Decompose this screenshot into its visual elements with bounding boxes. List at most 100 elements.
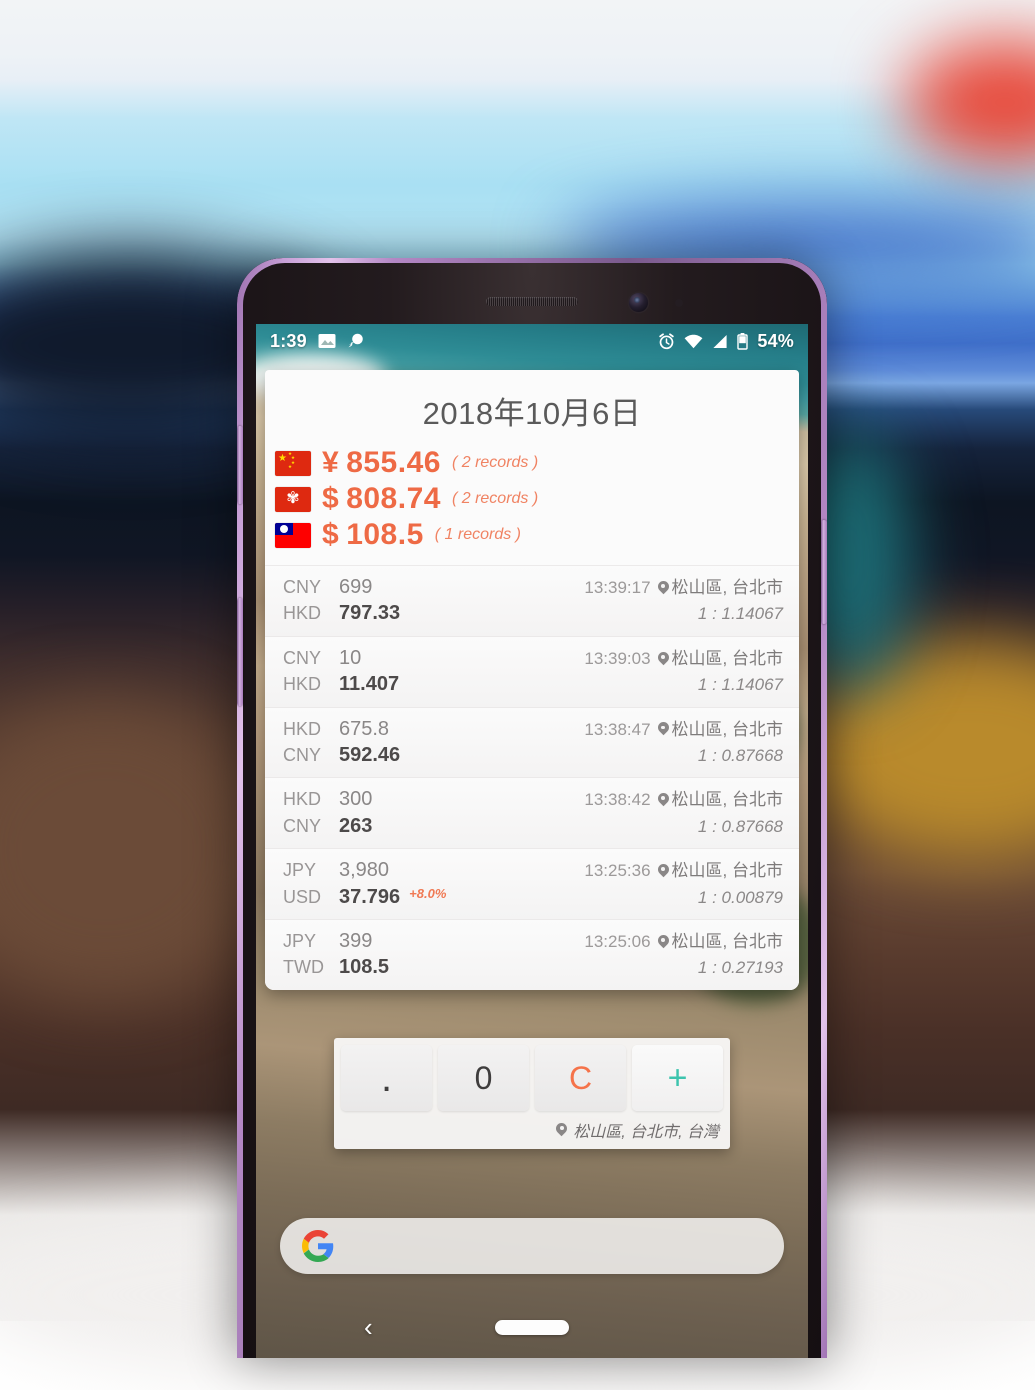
image-icon xyxy=(318,333,336,349)
flag-taiwan-icon xyxy=(275,523,311,548)
table-row[interactable]: CNY 699 13:39:17 松山區, 台北市 HKD 797.33 xyxy=(265,566,799,637)
back-chevron-icon[interactable]: ‹ xyxy=(364,1314,373,1340)
summary-totals: ★ ★ ★ ★ ★ ¥855.46 ( 2 records ) ✾ xyxy=(265,445,799,565)
row-rate-wrap: 1 : 0.00879 xyxy=(698,887,783,909)
row-rate-wrap: 1 : 0.27193 xyxy=(698,957,783,979)
from-amount: 10 xyxy=(339,645,361,671)
row-top-line: HKD 675.8 13:38:47 松山區, 台北市 xyxy=(283,716,783,742)
row-meta: 13:39:03 松山區, 台北市 xyxy=(584,648,783,670)
key-zero[interactable]: 0 xyxy=(438,1045,529,1111)
timestamp: 13:39:17 xyxy=(584,577,650,599)
from-currency-code: JPY xyxy=(283,930,339,954)
google-search-bar[interactable] xyxy=(280,1218,784,1274)
currency-symbol: ¥ xyxy=(322,446,339,479)
row-meta: 13:25:06 松山區, 台北市 xyxy=(584,931,783,953)
message-bubble-icon xyxy=(347,333,365,350)
timestamp: 13:39:03 xyxy=(584,648,650,670)
front-camera-icon xyxy=(629,293,648,312)
row-top-line: HKD 300 13:38:42 松山區, 台北市 xyxy=(283,786,783,812)
summary-row[interactable]: $108.5 ( 1 records ) xyxy=(265,517,799,553)
from-amount: 675.8 xyxy=(339,716,389,742)
table-row[interactable]: JPY 3,980 13:25:36 松山區, 台北市 USD 37.796 xyxy=(265,849,799,920)
location-text: 松山區, 台北市 xyxy=(672,719,783,741)
flag-hongkong-icon: ✾ xyxy=(275,487,311,512)
exchange-rate: 1 : 1.14067 xyxy=(698,674,783,696)
timestamp: 13:25:06 xyxy=(584,931,650,953)
table-row[interactable]: CNY 10 13:39:03 松山區, 台北市 HKD 11.407 xyxy=(265,637,799,708)
currency-symbol: $ xyxy=(322,518,339,551)
location-label: 松山區, 台北市 xyxy=(658,648,783,670)
from-amount: 300 xyxy=(339,786,372,812)
row-bottom-line: HKD 797.33 1 : 1.14067 xyxy=(283,600,783,626)
timestamp: 13:25:36 xyxy=(584,860,650,882)
status-bar-left: 1:39 xyxy=(270,331,365,352)
keypad-panel: . 0 C + 松山區, 台北市, 台灣 xyxy=(334,1038,730,1149)
location-label: 松山區, 台北市 xyxy=(658,931,783,953)
flag-china-icon: ★ ★ ★ ★ ★ xyxy=(275,451,311,476)
volume-up-button[interactable] xyxy=(237,426,243,504)
location-label: 松山區, 台北市 xyxy=(658,577,783,599)
battery-icon xyxy=(737,333,748,350)
from-currency-code: HKD xyxy=(283,718,339,742)
location-text: 松山區, 台北市 xyxy=(672,931,783,953)
row-rate-wrap: 1 : 1.14067 xyxy=(698,603,783,625)
to-currency-code: HKD xyxy=(283,673,339,697)
keypad-row: . 0 C + xyxy=(341,1045,723,1111)
to-amount: 797.33 xyxy=(339,600,400,626)
table-row[interactable]: HKD 675.8 13:38:47 松山區, 台北市 CNY 592.46 xyxy=(265,708,799,779)
summary-amount: ¥855.46 xyxy=(322,446,441,480)
sun-glyph xyxy=(280,525,288,533)
amount-value: 855.46 xyxy=(346,446,441,479)
row-bottom-line: TWD 108.5 1 : 0.27193 xyxy=(283,954,783,980)
power-button[interactable] xyxy=(821,520,827,624)
row-meta: 13:38:42 松山區, 台北市 xyxy=(584,789,783,811)
amount-value: 808.74 xyxy=(346,482,441,515)
home-pill-button[interactable] xyxy=(495,1320,569,1335)
row-rate-wrap: 1 : 1.14067 xyxy=(698,674,783,696)
key-decimal-point[interactable]: . xyxy=(341,1045,432,1111)
phone-device: 1:39 xyxy=(237,258,827,1358)
bauhinia-glyph: ✾ xyxy=(286,491,299,507)
to-amount: 37.796 xyxy=(339,884,400,910)
row-rate-wrap: 1 : 0.87668 xyxy=(698,816,783,838)
currency-record-card: 2018年10月6日 ★ ★ ★ ★ ★ ¥855.46 ( 2 records… xyxy=(265,370,799,990)
status-bar-right: 54% xyxy=(658,331,794,352)
row-bottom-line: USD 37.796 +8.0% 1 : 0.00879 xyxy=(283,884,783,910)
summary-row[interactable]: ✾ $808.74 ( 2 records ) xyxy=(265,481,799,517)
summary-records: ( 2 records ) xyxy=(452,454,538,472)
to-currency-code: CNY xyxy=(283,744,339,768)
table-row[interactable]: JPY 399 13:25:06 松山區, 台北市 TWD 108.5 xyxy=(265,920,799,990)
google-g-logo-icon xyxy=(302,1230,334,1262)
signal-icon xyxy=(712,334,728,349)
summary-amount: $108.5 xyxy=(322,518,424,552)
row-rate-wrap: 1 : 0.87668 xyxy=(698,745,783,767)
location-pin-icon xyxy=(658,793,669,808)
from-currency-code: JPY xyxy=(283,859,339,883)
to-currency-code: USD xyxy=(283,886,339,910)
volume-down-button[interactable] xyxy=(237,598,243,706)
table-row[interactable]: HKD 300 13:38:42 松山區, 台北市 CNY 263 xyxy=(265,778,799,849)
from-amount: 3,980 xyxy=(339,857,389,883)
navigation-bar: ‹ xyxy=(256,1296,808,1358)
from-currency-code: HKD xyxy=(283,788,339,812)
row-top-line: CNY 699 13:39:17 松山區, 台北市 xyxy=(283,574,783,600)
from-amount: 399 xyxy=(339,928,372,954)
status-time: 1:39 xyxy=(270,331,307,352)
wifi-icon xyxy=(684,334,703,349)
row-meta: 13:25:36 松山區, 台北市 xyxy=(584,860,783,882)
status-bar: 1:39 xyxy=(256,324,808,358)
key-clear[interactable]: C xyxy=(535,1045,626,1111)
change-badge: +8.0% xyxy=(409,885,446,902)
star-glyph: ★ xyxy=(288,465,292,470)
key-add[interactable]: + xyxy=(632,1045,723,1111)
row-meta: 13:38:47 松山區, 台北市 xyxy=(584,719,783,741)
proximity-sensor-icon xyxy=(675,299,683,307)
location-text: 松山區, 台北市 xyxy=(672,577,783,599)
star-glyph: ★ xyxy=(278,454,287,464)
exchange-rate: 1 : 0.87668 xyxy=(698,745,783,767)
location-pin-icon xyxy=(658,581,669,596)
transaction-list: CNY 699 13:39:17 松山區, 台北市 HKD 797.33 xyxy=(265,565,799,990)
timestamp: 13:38:47 xyxy=(584,719,650,741)
summary-row[interactable]: ★ ★ ★ ★ ★ ¥855.46 ( 2 records ) xyxy=(265,445,799,481)
row-top-line: JPY 399 13:25:06 松山區, 台北市 xyxy=(283,928,783,954)
